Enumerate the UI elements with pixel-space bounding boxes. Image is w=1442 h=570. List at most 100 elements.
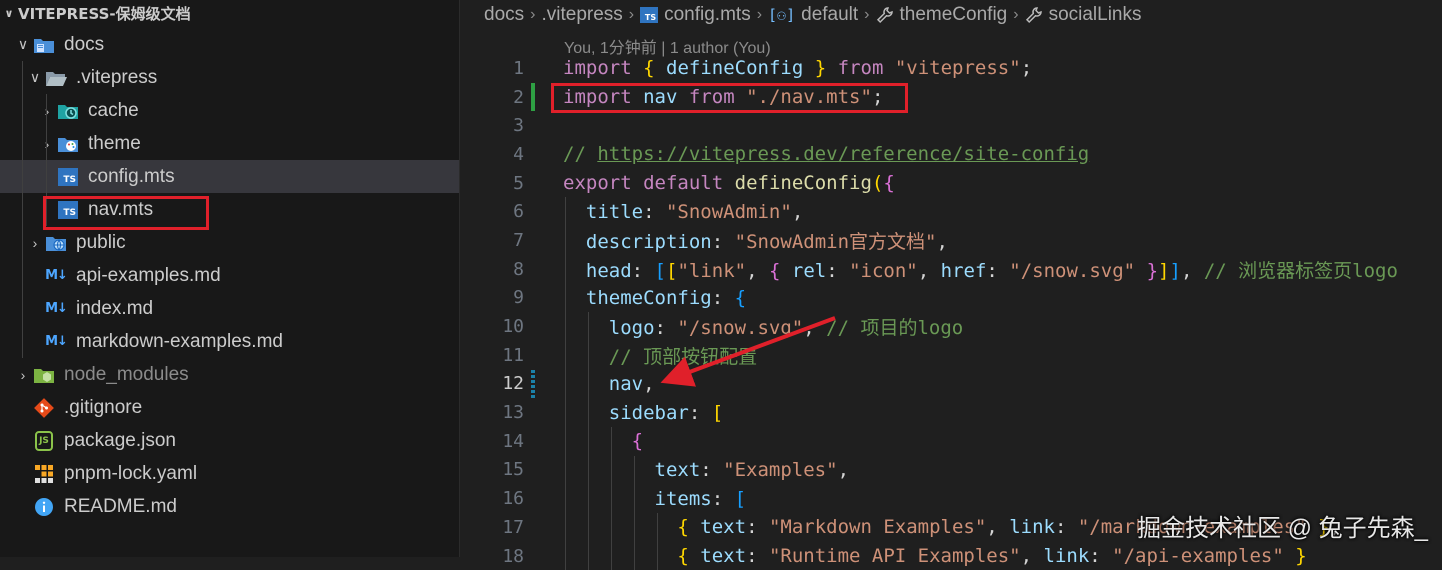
code-line[interactable]: 10 logo: "/snow.svg", // 项目的logo xyxy=(460,312,1442,341)
line-number: 5 xyxy=(513,172,524,194)
chevron-right-icon: › xyxy=(756,5,763,23)
chevron-right-icon: › xyxy=(530,5,536,23)
breadcrumb-default[interactable]: default xyxy=(801,4,858,26)
chevron-right-icon: › xyxy=(864,5,870,23)
tree-folder-public[interactable]: › public xyxy=(0,226,459,259)
typescript-file-icon: TS xyxy=(57,167,79,187)
tree-folder-vitepress[interactable]: ∨ .vitepress xyxy=(0,61,459,94)
tree-folder-node-modules[interactable]: › node_modules xyxy=(0,358,459,391)
breadcrumb-vitepress[interactable]: .vitepress xyxy=(541,4,622,26)
code-line[interactable]: 6 title: "SnowAdmin", xyxy=(460,197,1442,227)
line-number: 16 xyxy=(502,488,524,510)
chevron-right-icon: › xyxy=(32,234,38,251)
tree-file-package-json[interactable]: JS package.json xyxy=(0,424,459,457)
line-text: description: "SnowAdmin官方文档", xyxy=(585,230,948,253)
explorer-title: VITEPRESS-保姆级文档 xyxy=(18,4,191,23)
breadcrumb-docs[interactable]: docs xyxy=(484,4,524,26)
tree-file-index-md[interactable]: M↓ index.md xyxy=(0,292,459,325)
line-number: 6 xyxy=(513,201,524,223)
line-number: 14 xyxy=(502,430,524,452)
chevron-down-icon: ∨ xyxy=(4,6,14,20)
line-text: import { defineConfig } from "vitepress"… xyxy=(563,57,1033,80)
indent-guide xyxy=(22,61,23,94)
tree-item-label: README.md xyxy=(64,495,177,517)
chevron-right-icon: › xyxy=(37,103,57,119)
indent-guide xyxy=(22,127,23,160)
code-line[interactable]: 7 description: "SnowAdmin官方文档", xyxy=(460,226,1442,255)
code-line[interactable]: 4 // https://vitepress.dev/reference/sit… xyxy=(460,140,1442,169)
indent-guide xyxy=(22,160,23,193)
line-text: themeConfig: { xyxy=(585,286,747,309)
code-editor[interactable]: docs › .vitepress › TS config.mts › [⚇] … xyxy=(460,0,1442,570)
tree-folder-cache[interactable]: › cache xyxy=(0,94,459,127)
line-text: logo: "/snow.svg", // 项目的logo xyxy=(608,317,964,340)
code-line[interactable]: 9 themeConfig: { xyxy=(460,283,1442,313)
folder-public-icon xyxy=(45,233,67,253)
code-line[interactable]: 11 // 顶部按钮配置 xyxy=(460,340,1442,370)
chevron-right-icon: › xyxy=(1013,5,1019,23)
tree-item-label: public xyxy=(76,231,126,253)
line-text: head: [["link", { rel: "icon", href: "/s… xyxy=(585,259,1398,282)
line-text: // 顶部按钮配置 xyxy=(608,345,758,368)
variable-icon: [⚇] xyxy=(768,5,796,24)
tree-item-label: api-examples.md xyxy=(76,264,221,286)
comment-link[interactable]: https://vitepress.dev/reference/site-con… xyxy=(597,143,1089,165)
code-line[interactable]: 18 { text: "Runtime API Examples", link:… xyxy=(460,541,1442,570)
breadcrumb-themeconfig[interactable]: themeConfig xyxy=(900,4,1008,26)
tree-file-config-mts[interactable]: TS config.mts xyxy=(0,160,459,193)
code-line[interactable]: 2 import nav from "./nav.mts"; xyxy=(460,82,1442,112)
tree-file-api-examples[interactable]: M↓ api-examples.md xyxy=(0,259,459,292)
line-number: 12 xyxy=(502,373,524,395)
line-number: 9 xyxy=(513,287,524,309)
line-number: 10 xyxy=(502,316,524,338)
code-lines[interactable]: 1 import { defineConfig } from "vitepres… xyxy=(460,54,1442,570)
line-text: title: "SnowAdmin", xyxy=(585,200,804,223)
chevron-down-icon: ∨ xyxy=(29,69,41,85)
folder-open-icon xyxy=(45,68,67,88)
tree-folder-docs[interactable]: ∨ docs xyxy=(0,28,459,61)
tree-file-gitignore[interactable]: .gitignore xyxy=(0,391,459,424)
tree-file-markdown-examples[interactable]: M↓ markdown-examples.md xyxy=(0,325,459,358)
tree-item-label: .vitepress xyxy=(76,66,158,88)
markdown-file-icon: M↓ xyxy=(45,268,68,283)
wrench-icon xyxy=(876,6,894,24)
typescript-file-icon: TS xyxy=(640,6,659,23)
code-line[interactable]: 12 nav, xyxy=(460,369,1442,399)
tree-item-label: cache xyxy=(88,99,139,121)
tree-file-readme[interactable]: README.md xyxy=(0,490,459,523)
nodejs-file-icon: JS xyxy=(33,430,55,451)
line-number: 17 xyxy=(502,516,524,538)
breadcrumb-sociallinks[interactable]: socialLinks xyxy=(1049,4,1142,26)
breadcrumb-config[interactable]: config.mts xyxy=(664,4,751,26)
folder-theme-icon xyxy=(57,134,79,154)
code-line[interactable]: 1 import { defineConfig } from "vitepres… xyxy=(460,54,1442,83)
indent-guide xyxy=(22,94,23,127)
tree-item-label: .gitignore xyxy=(64,396,143,418)
tree-folder-theme[interactable]: › theme xyxy=(0,127,459,160)
indent-guide xyxy=(46,193,47,226)
line-number: 4 xyxy=(513,143,524,165)
explorer-header[interactable]: ∨ VITEPRESS-保姆级文档 xyxy=(0,0,459,28)
tree-item-label: nav.mts xyxy=(88,198,154,220)
indent-guide xyxy=(22,259,23,292)
code-line[interactable]: 3 xyxy=(460,111,1442,140)
tree-file-pnpm-lock[interactable]: pnpm-lock.yaml xyxy=(0,457,459,490)
git-modified-marker xyxy=(531,369,535,399)
line-number: 2 xyxy=(513,86,524,108)
line-number: 18 xyxy=(502,545,524,567)
line-text: import nav from "./nav.mts"; xyxy=(563,86,884,109)
line-number: 11 xyxy=(502,344,524,366)
line-text: items: [ xyxy=(654,487,747,510)
tree-file-nav-mts[interactable]: TS nav.mts xyxy=(0,193,459,226)
code-line[interactable]: 8 head: [["link", { rel: "icon", href: "… xyxy=(460,254,1442,284)
tree-item-label: pnpm-lock.yaml xyxy=(64,462,198,484)
tree-item-label: markdown-examples.md xyxy=(76,330,283,352)
code-line[interactable]: 15 text: "Examples", xyxy=(460,455,1442,485)
tree-item-label: node_modules xyxy=(64,363,189,385)
code-line[interactable]: 14 { xyxy=(460,426,1442,456)
line-number: 7 xyxy=(513,229,524,251)
folder-cache-icon xyxy=(57,101,79,121)
code-line[interactable]: 13 sidebar: [ xyxy=(460,398,1442,427)
info-icon xyxy=(33,497,55,517)
code-line[interactable]: 5 export default defineConfig({ xyxy=(460,169,1442,198)
